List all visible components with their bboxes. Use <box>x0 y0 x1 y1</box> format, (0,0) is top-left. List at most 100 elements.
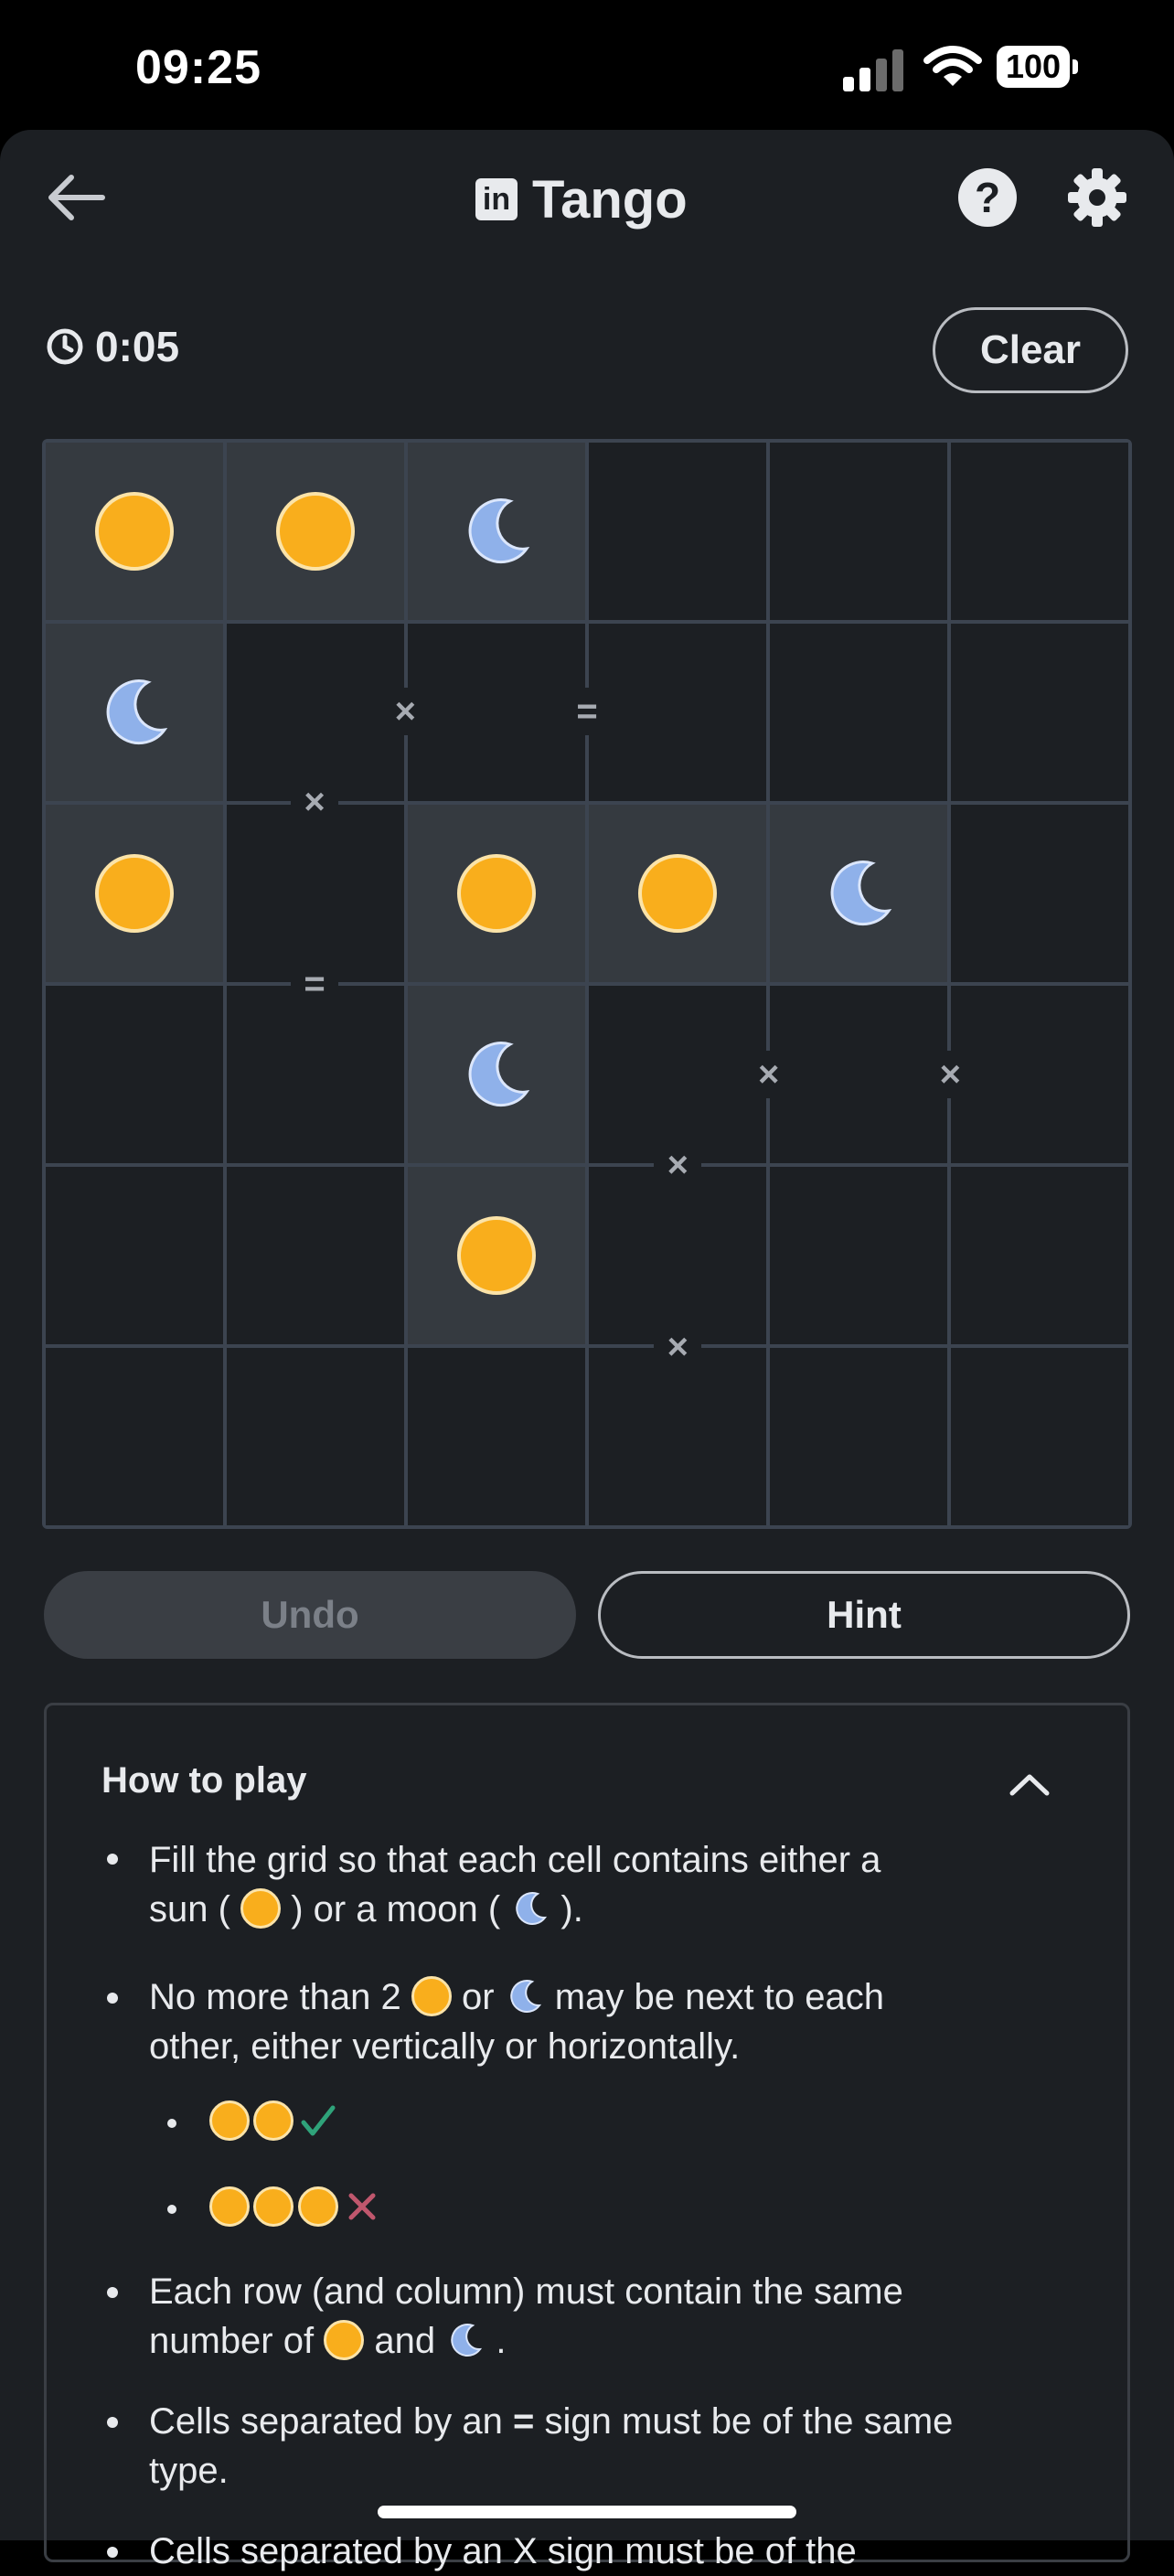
cross-sign-icon: × <box>926 1051 975 1099</box>
grid-cell[interactable] <box>227 624 404 801</box>
grid-cell[interactable] <box>46 624 223 801</box>
bullet <box>107 1993 118 2004</box>
moon-icon <box>830 860 892 926</box>
sun-icon <box>95 854 174 933</box>
grid-cell[interactable] <box>951 443 1128 620</box>
grid-cell[interactable] <box>46 805 223 982</box>
grid-cell[interactable] <box>589 1348 766 1525</box>
grid-cells <box>42 439 1132 1529</box>
moon-icon <box>468 1042 530 1107</box>
grid-cell[interactable] <box>227 805 404 982</box>
sun-icon <box>457 1216 536 1295</box>
grid-cell[interactable] <box>589 624 766 801</box>
rule-3-text: . <box>496 2321 507 2361</box>
grid-cell[interactable] <box>227 986 404 1163</box>
grid-cell[interactable] <box>46 1167 223 1344</box>
grid-cell[interactable] <box>408 443 585 620</box>
rule-1-text: Fill the grid so that each cell contains… <box>149 1840 881 1880</box>
hint-button[interactable]: Hint <box>598 1571 1130 1659</box>
status-time: 09:25 <box>135 41 261 94</box>
grid-cell[interactable] <box>408 1167 585 1344</box>
app-title-group: in Tango <box>475 163 688 236</box>
grid-cell[interactable] <box>227 1348 404 1525</box>
back-button[interactable] <box>42 161 110 234</box>
sun-icon <box>411 1976 452 2016</box>
bullet <box>107 2547 118 2558</box>
sun-icon <box>209 2186 250 2227</box>
rule-2-text: No more than 2 <box>149 1977 401 2017</box>
cross-sign-icon: × <box>654 1323 702 1372</box>
rule-2-text: other, either vertically or horizontally… <box>149 2026 741 2067</box>
linkedin-logo-icon: in <box>475 178 518 220</box>
undo-button[interactable]: Undo <box>44 1571 576 1659</box>
timer-value: 0:05 <box>95 323 180 370</box>
moon-icon <box>509 1980 541 2013</box>
grid-cell[interactable] <box>46 986 223 1163</box>
equal-sign-icon: = <box>291 960 338 1008</box>
cellular-signal-icon <box>843 46 907 91</box>
grid-cell[interactable] <box>227 443 404 620</box>
sun-icon <box>95 492 174 571</box>
grid-cell[interactable] <box>770 1167 947 1344</box>
help-button[interactable]: ? <box>958 168 1017 227</box>
grid-cell[interactable] <box>770 805 947 982</box>
grid-cell[interactable] <box>770 1348 947 1525</box>
rule-3-text: Each row (and column) must contain the s… <box>149 2271 903 2312</box>
grid-cell[interactable] <box>589 443 766 620</box>
check-icon <box>301 2105 336 2136</box>
sun-icon <box>209 2100 250 2141</box>
rule-2: No more than 2 or may be next to each ot… <box>149 1972 1073 2071</box>
grid-cell[interactable] <box>408 1348 585 1525</box>
settings-button[interactable] <box>1064 165 1130 230</box>
sun-icon <box>297 2186 338 2227</box>
grid-cell[interactable] <box>46 443 223 620</box>
rule-2-text: or <box>461 1977 495 2017</box>
moon-icon <box>516 1892 548 1925</box>
grid-cell[interactable] <box>589 1167 766 1344</box>
sun-icon <box>276 492 355 571</box>
rule-1-text: sun ( <box>149 1889 230 1929</box>
cross-icon <box>348 2193 376 2220</box>
gear-icon <box>1068 168 1126 227</box>
rule-4-text: type. <box>149 2451 229 2491</box>
sun-icon <box>253 2186 294 2227</box>
rule-2-text: may be next to each <box>554 1977 884 2017</box>
cross-sign-icon: × <box>654 1141 702 1190</box>
rule-1-text: ). <box>560 1889 583 1929</box>
home-indicator <box>378 2506 796 2518</box>
sun-icon <box>324 2320 365 2360</box>
rule-3-text: number of <box>149 2321 315 2361</box>
grid-cell[interactable] <box>770 986 947 1163</box>
grid-cell[interactable] <box>589 986 766 1163</box>
status-bar: 09:25 100 <box>0 0 1174 130</box>
grid-cell[interactable] <box>408 624 585 801</box>
grid-cell[interactable] <box>408 805 585 982</box>
cross-sign-icon: × <box>291 778 338 827</box>
grid-cell[interactable] <box>589 805 766 982</box>
grid-cell[interactable] <box>951 1348 1128 1525</box>
grid-cell[interactable] <box>951 1167 1128 1344</box>
wifi-icon <box>923 44 982 90</box>
grid-cell[interactable] <box>951 624 1128 801</box>
rule-5-text: Cells separated by an X sign must be of … <box>149 2531 857 2571</box>
how-to-play-panel: How to play Fill the grid so that each c… <box>44 1703 1130 2571</box>
grid-cell[interactable] <box>408 986 585 1163</box>
grid-cell[interactable] <box>951 986 1128 1163</box>
sun-icon <box>240 1888 282 1929</box>
moon-icon <box>468 498 530 564</box>
collapse-button[interactable] <box>1007 1766 1052 1802</box>
equal-sign: = <box>513 2401 535 2442</box>
grid-cell[interactable] <box>227 1167 404 1344</box>
clock-icon <box>47 328 83 365</box>
grid-cell[interactable] <box>46 1348 223 1525</box>
grid-cell[interactable] <box>951 805 1128 982</box>
cross-sign-icon: × <box>381 688 430 735</box>
moon-icon <box>451 2324 483 2357</box>
example-invalid <box>209 2186 382 2227</box>
clear-button[interactable]: Clear <box>933 307 1128 393</box>
sun-icon <box>638 854 717 933</box>
arrow-left-icon <box>48 175 105 220</box>
battery-level: 100 <box>997 46 1070 88</box>
grid-cell[interactable] <box>770 624 947 801</box>
grid-cell[interactable] <box>770 443 947 620</box>
